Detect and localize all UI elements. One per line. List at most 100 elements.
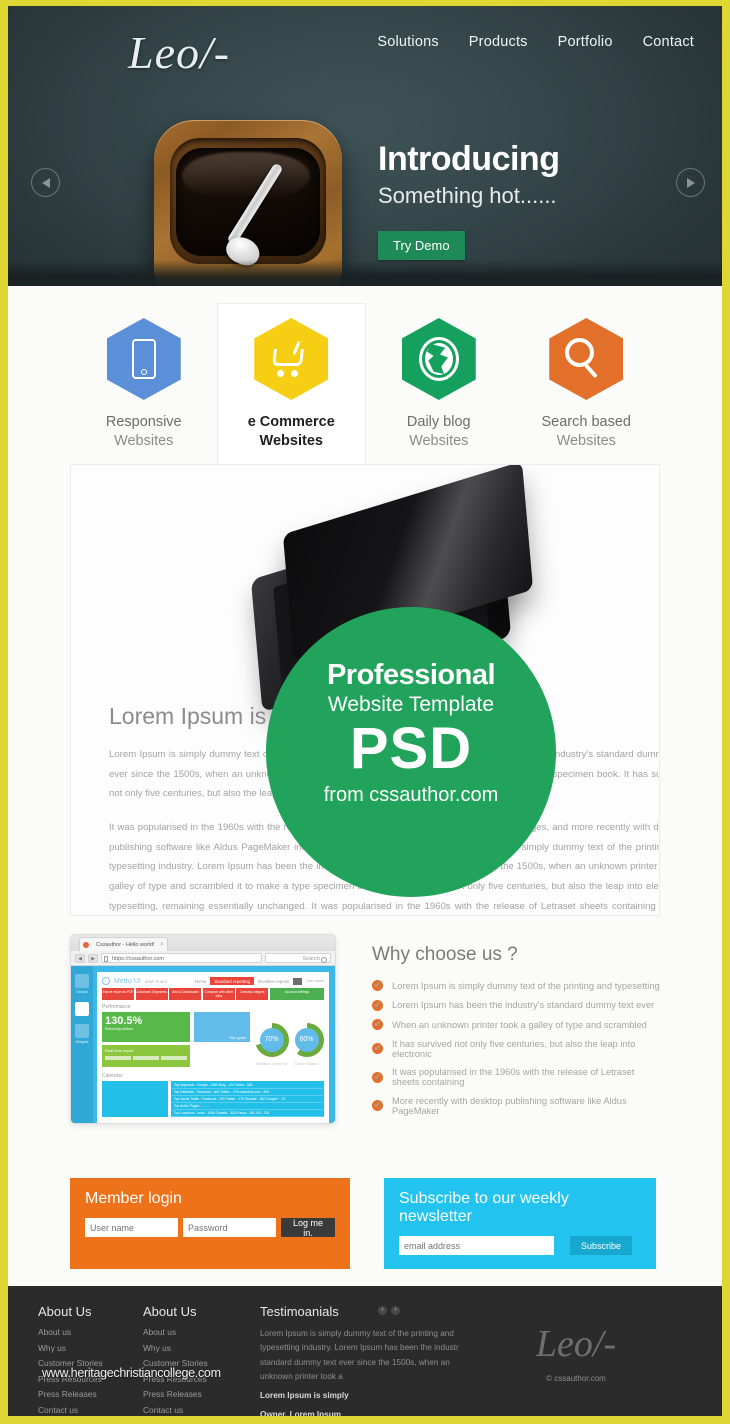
dashboard-toolbar: Export report as PDF Advanced Segments A… <box>102 988 324 1000</box>
footer-link[interactable]: Press Releases <box>143 1389 248 1399</box>
carousel-prev-button[interactable] <box>31 168 60 197</box>
browser-tab[interactable]: Cssauthor - Hello world! × <box>79 937 168 951</box>
footer: About Us About us Why us Customer Storie… <box>8 1286 722 1416</box>
carousel-next-button[interactable] <box>676 168 705 197</box>
check-circle-icon: ✔ <box>372 1100 383 1111</box>
list-item: Top Active Pages - - - - - <box>172 1103 323 1110</box>
list-item: Top Referrals - Facebook - 600 Twitter -… <box>172 1089 323 1096</box>
footer-link[interactable]: Customer Stories <box>143 1358 248 1368</box>
favicon-icon <box>83 942 89 948</box>
feature-daily-blog-websites[interactable]: Daily blog Websites <box>365 304 513 464</box>
next-circle-icon[interactable]: › <box>391 1306 400 1315</box>
username-input[interactable] <box>85 1218 178 1237</box>
export-pdf-button[interactable]: Export report as PDF <box>102 988 135 1000</box>
calendar-row: Top keywords - Google - 1650 Bing - 124 … <box>102 1081 324 1117</box>
dashboard-panel: Metro UI dash board Home Standard report… <box>97 972 329 1123</box>
footer-link[interactable]: Contact us <box>143 1405 248 1415</box>
feature-label-line2: Websites <box>409 433 469 449</box>
account-settings-button[interactable]: Account settings <box>269 988 324 1000</box>
close-icon[interactable]: × <box>160 938 164 952</box>
feature-ecommerce-websites[interactable]: e Commerce Websites <box>217 304 365 464</box>
site-logo[interactable]: Leo/- <box>128 26 230 79</box>
metric-label: Returning visitors <box>105 1027 133 1031</box>
footer-link[interactable]: Press Resources <box>143 1374 248 1384</box>
monitor-rail-icon[interactable] <box>75 1002 89 1016</box>
list-item-label: It has survived not only five centuries,… <box>392 1038 636 1059</box>
url-input[interactable]: https://cssauthor.com <box>101 953 262 963</box>
magnifier-icon <box>549 318 624 400</box>
footer-link[interactable]: Press Releases <box>38 1389 143 1399</box>
metro-logo-icon <box>102 977 110 985</box>
try-demo-button[interactable]: Try Demo <box>378 231 465 260</box>
list-item: ✔ More recently with desktop publishing s… <box>372 1096 660 1116</box>
avatar <box>293 977 303 985</box>
statistics-visitors-ring: 70% Statistics (Visitors) <box>254 1022 289 1066</box>
browser-tab-title: Cssauthor - Hello world! <box>96 942 155 948</box>
list-item: ✔ When an unknown printer took a galley o… <box>372 1019 660 1030</box>
login-button[interactable]: Log me in. <box>281 1218 335 1238</box>
prev-circle-icon[interactable]: ‹ <box>378 1306 387 1315</box>
nav-item-products[interactable]: Products <box>469 34 528 50</box>
wooden-bowl-spoon-icon <box>154 120 342 286</box>
password-input[interactable] <box>183 1218 276 1237</box>
back-arrow-icon[interactable]: ◀ <box>75 953 85 963</box>
dashboard-brand-sub: dash board <box>144 978 168 984</box>
list-item-label: More recently with desktop publishing so… <box>392 1095 627 1116</box>
footer-link[interactable]: About us <box>143 1327 248 1337</box>
dashboard-user-name: User name <box>306 979 324 983</box>
desktop-widgets-button[interactable]: Desktop widgets <box>236 988 269 1000</box>
why-choose-us-section: Cssauthor - Hello world! × ◀ ▶ https://c… <box>70 934 660 1134</box>
calendar-label: Calendar <box>102 1073 123 1079</box>
dashboard-menu-home[interactable]: Home <box>195 979 206 984</box>
next-arrow-icon <box>686 177 695 188</box>
feature-responsive-websites[interactable]: Responsive Websites <box>70 304 218 464</box>
footer-link[interactable]: Customer Stories <box>38 1358 143 1368</box>
url-text: https://cssauthor.com <box>112 956 164 962</box>
badge-slash-line <box>266 607 556 897</box>
showcase-title: Lorem Ipsum is <box>109 703 267 729</box>
hero-section: Leo/- Solutions Products Portfolio Conta… <box>8 6 722 286</box>
add-to-dashboard-button[interactable]: Add to Dashboard <box>169 988 202 1000</box>
browser-address-bar: ◀ ▶ https://cssauthor.com Search <box>71 951 335 966</box>
check-circle-icon: ✔ <box>372 1043 383 1054</box>
footer-column-title: About Us <box>38 1304 92 1319</box>
subscribe-button[interactable]: Subscribe <box>570 1236 633 1255</box>
feature-search-based-websites[interactable]: Search based Websites <box>513 304 661 464</box>
ring2-value: 60% <box>294 1027 319 1052</box>
dashboard-brand: Metro UI <box>114 977 141 985</box>
compare-sites-button[interactable]: Compare with other sites <box>202 988 235 1000</box>
mobile-phone-icon <box>106 318 181 400</box>
footer-link[interactable]: Contact us <box>38 1405 143 1415</box>
dashboard-menu-realtime-reports[interactable]: Realtime reports <box>258 979 290 984</box>
footer-link[interactable]: About us <box>38 1327 143 1337</box>
email-input[interactable] <box>399 1236 554 1255</box>
performance-label: Performance <box>102 1004 131 1010</box>
advanced-segments-button[interactable]: Advanced Segments <box>135 988 168 1000</box>
search-rail-icon[interactable] <box>75 974 89 988</box>
nav-item-portfolio[interactable]: Portfolio <box>558 34 613 50</box>
forward-arrow-icon[interactable]: ▶ <box>88 953 98 963</box>
dashboard-menu-standard-reporting[interactable]: Standard reporting <box>210 977 254 985</box>
why-choose-us-title: Why choose us ? <box>372 944 518 965</box>
browser-search-input[interactable]: Search <box>265 953 331 963</box>
footer-link[interactable]: Why us <box>38 1343 143 1353</box>
footer-link[interactable]: Press Resources <box>38 1374 143 1384</box>
widgets-rail-icon[interactable] <box>75 1024 89 1038</box>
shopping-cart-icon <box>254 318 329 400</box>
nav-item-contact[interactable]: Contact <box>643 34 694 50</box>
lock-icon <box>104 955 108 962</box>
page-inner: Leo/- Solutions Products Portfolio Conta… <box>8 6 722 1416</box>
feature-label-line2: Websites <box>259 433 323 449</box>
realtime-report-card: Real time report <box>102 1045 190 1067</box>
realtime-label: Real time report <box>105 1048 134 1053</box>
page-frame: Leo/- Solutions Products Portfolio Conta… <box>0 0 730 1424</box>
calendar-widget[interactable] <box>102 1081 168 1117</box>
footer-column-2: About Us About us Why us Customer Storie… <box>143 1304 248 1416</box>
nav-item-solutions[interactable]: Solutions <box>377 34 438 50</box>
footer-link[interactable]: Why us <box>143 1343 248 1353</box>
ring1-label: Statistics (Visitors) <box>255 1061 288 1066</box>
list-item: ✔ Lorem Ipsum is simply dummy text of the… <box>372 980 660 991</box>
hero-subtitle: Something hot...... <box>378 183 557 208</box>
feature-label-line1: Daily blog <box>406 414 471 430</box>
feature-label-line1: Search based <box>541 414 631 430</box>
